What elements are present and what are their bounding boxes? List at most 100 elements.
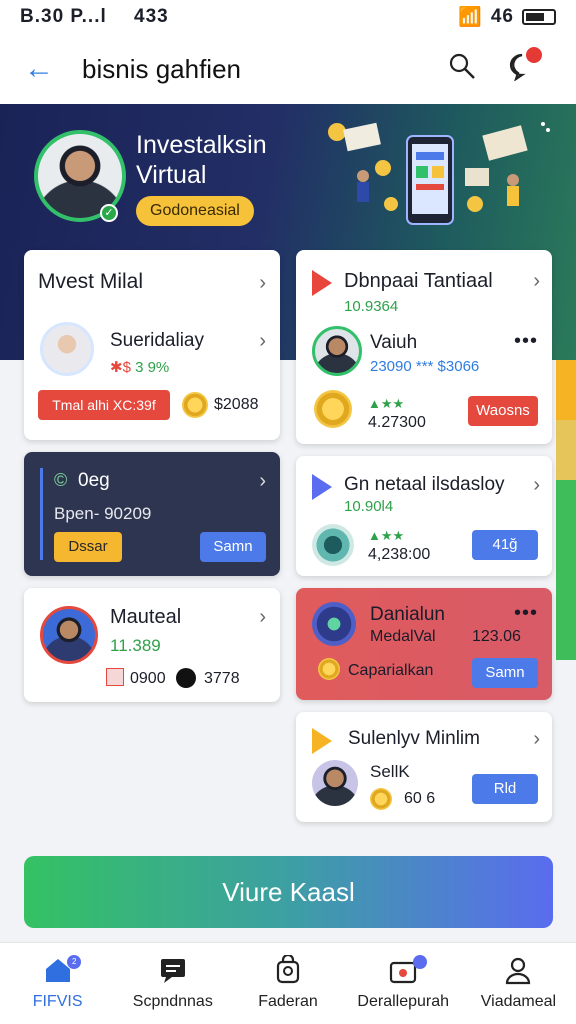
right-card-3[interactable]: Danialun ••• MedalVal 123.06 Caparialkan… xyxy=(296,588,552,700)
right-card-2[interactable]: Gn netaal ilsdasloy › 10.90l4 ▲★★ 4,238:… xyxy=(296,456,552,576)
right-card-2-value: 10.90l4 xyxy=(344,498,394,515)
nav-label: Viadameal xyxy=(480,993,557,1010)
grid-icon xyxy=(106,668,124,686)
wifi-icon: 📶 xyxy=(458,7,483,28)
right-card-3-title: Danialun xyxy=(370,604,445,625)
hero-title: Investalksin Virtual xyxy=(136,131,267,189)
status-time: B.30 P...l xyxy=(20,6,107,27)
chevron-right-icon[interactable]: › xyxy=(259,470,266,493)
waosns-button[interactable]: Waosns xyxy=(468,396,538,426)
samn-button[interactable]: Samn xyxy=(200,532,266,562)
page-title: bisnis gahfien xyxy=(82,53,241,84)
chevron-right-icon[interactable]: › xyxy=(259,606,266,629)
right-card-1-name: Vaiuh xyxy=(370,332,418,353)
person-icon xyxy=(461,955,576,993)
more-options-icon[interactable]: ••• xyxy=(514,330,538,353)
nav-label: Scpndnnas xyxy=(132,993,213,1010)
invest-card[interactable]: Mvest Milal › Sueridaliay › ✱$ 3 9% Tmal… xyxy=(24,250,280,440)
chevron-right-icon[interactable]: › xyxy=(259,272,266,295)
right-card-3-subtitle: MedalVal xyxy=(370,628,436,645)
nav-item-chat[interactable]: Scpndnnas xyxy=(115,943,230,1024)
currency-icon xyxy=(312,602,356,646)
badge: 2 xyxy=(67,955,82,969)
dssar-button[interactable]: Dssar xyxy=(54,532,122,562)
wallet-icon xyxy=(346,955,461,993)
chat-bubble-icon[interactable] xyxy=(492,46,552,88)
ball-icon xyxy=(176,668,196,688)
circle-c-icon: © xyxy=(54,470,68,490)
right-card-1-title: Dbnpaai Tantiaal xyxy=(344,270,493,292)
bottom-nav: 2 FIFVIS Scpndnnas Faderan Derallepurah … xyxy=(0,942,576,1024)
amount: $2088 xyxy=(214,396,259,413)
right-card-4-title: Sulenlyv Minlim xyxy=(348,728,480,749)
divider xyxy=(40,468,43,560)
chevron-right-icon[interactable]: › xyxy=(259,330,266,353)
trade-button[interactable]: Tmal alhi XC:39f xyxy=(38,390,170,420)
status-bar: B.30 P...l 433 📶 46 xyxy=(0,0,576,34)
right-card-3-label: Caparialkan xyxy=(348,662,434,679)
right-card-4-name: SellK xyxy=(370,762,410,781)
dark-card-line: Bpen- 90209 xyxy=(54,504,152,523)
back-arrow-icon[interactable]: ← xyxy=(24,52,82,86)
right-card-4[interactable]: Sulenlyv Minlim › SellK 60 6 Rld xyxy=(296,712,552,822)
stat-1: 0900 xyxy=(130,670,166,687)
coin-icon xyxy=(370,788,392,810)
samn-button[interactable]: Samn xyxy=(472,658,538,688)
right-card-1[interactable]: Dbnpaai Tantiaal › 10.9364 Vaiuh ••• 230… xyxy=(296,250,552,444)
dark-card[interactable]: © 0eg › Bpen- 90209 Dssar Samn xyxy=(24,452,280,576)
play-icon xyxy=(312,474,332,500)
chevron-right-icon[interactable]: › xyxy=(533,728,540,751)
right-card-1-amount: 4.27300 xyxy=(368,414,426,431)
right-card-1-value: 10.9364 xyxy=(344,298,399,315)
avatar xyxy=(40,606,98,664)
hero-pill-button[interactable]: Godoneasial xyxy=(136,196,254,226)
investor-name: Sueridaliay xyxy=(110,330,204,351)
right-card-2-title: Gn netaal ilsdasloy xyxy=(344,474,505,495)
right-card-4-amount: 60 6 xyxy=(404,790,436,807)
right-card-1-stats: 23090 *** $3066 xyxy=(370,358,480,375)
trend-icon: ▲★★ xyxy=(368,528,405,543)
notification-dot xyxy=(526,46,542,63)
nav-item-wallet[interactable]: Derallepurah xyxy=(346,943,461,1024)
manual-value: 11.389 xyxy=(110,636,161,655)
chevron-right-icon[interactable]: › xyxy=(533,474,540,497)
bag-icon xyxy=(230,953,345,993)
stat-2: 3778 xyxy=(204,670,240,687)
play-icon xyxy=(312,270,332,296)
nav-label: Derallepurah xyxy=(357,993,450,1010)
coin-icon xyxy=(314,390,352,428)
app-bar: ← bisnis gahfien xyxy=(0,34,576,104)
globe-icon xyxy=(312,524,354,566)
avatar xyxy=(312,326,362,376)
play-icon xyxy=(312,728,332,754)
action-button[interactable]: Rld xyxy=(472,774,538,804)
edge-decoration xyxy=(556,360,576,660)
battery-text: 46 xyxy=(490,6,514,27)
badge xyxy=(412,955,427,969)
status-icons: 📶 46 xyxy=(458,5,556,29)
avatar xyxy=(40,322,94,376)
cta-button[interactable]: Viure Kaasl xyxy=(24,856,553,928)
status-signal-text: 433 xyxy=(134,6,169,27)
action-button[interactable]: 41ğ xyxy=(472,530,538,560)
more-options-icon[interactable]: ••• xyxy=(514,602,538,625)
nav-item-home[interactable]: 2 FIFVIS xyxy=(0,943,115,1024)
dark-card-title: 0eg xyxy=(78,470,110,491)
right-card-3-value: 123.06 xyxy=(472,628,521,645)
change-value: 3 9% xyxy=(135,359,170,376)
nav-item-bag[interactable]: Faderan xyxy=(230,943,345,1024)
manual-card-title: Mauteal xyxy=(110,606,182,628)
chevron-right-icon[interactable]: › xyxy=(533,270,540,293)
home-icon: 2 xyxy=(0,955,115,993)
battery-icon xyxy=(522,9,556,25)
manual-card[interactable]: Mauteal › 11.389 0900 3778 xyxy=(24,588,280,702)
nav-item-profile[interactable]: Viadameal xyxy=(461,943,576,1024)
asterisk-dollar-icon: ✱$ xyxy=(110,359,136,376)
coin-icon xyxy=(182,392,208,418)
change-percent: ✱$ 3 9% xyxy=(110,358,169,376)
coin-icon xyxy=(318,658,340,680)
nav-label: FIFVIS xyxy=(32,993,83,1010)
search-icon[interactable] xyxy=(432,52,492,87)
nav-label: Faderan xyxy=(258,993,318,1010)
investment-illustration xyxy=(328,122,550,225)
